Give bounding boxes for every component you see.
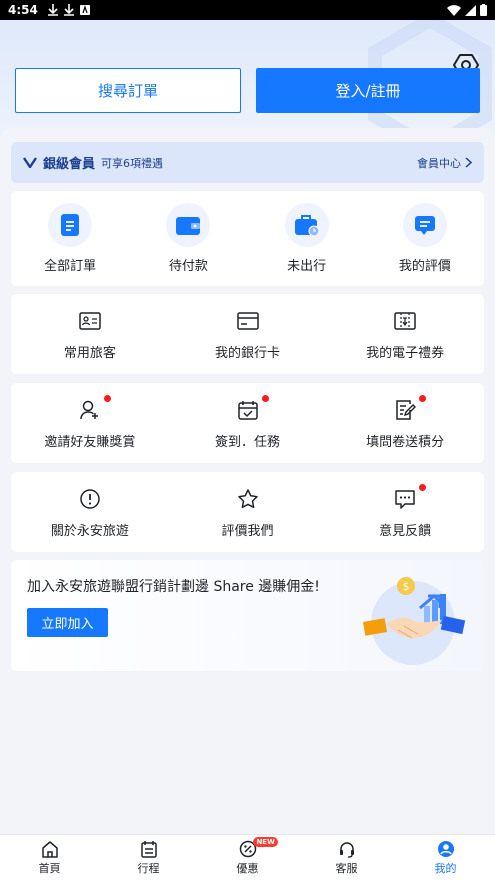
tab-offers-label: 優惠 (236, 861, 259, 875)
home-icon (41, 840, 58, 858)
member-level: 銀級會員 (43, 157, 96, 172)
bank-card-icon (235, 308, 261, 334)
tab-profile[interactable]: 我的 (396, 835, 495, 880)
rate-us-item[interactable]: 評價我們 (169, 486, 327, 539)
invite-friends-label: 邀請好友賺獎賞 (44, 434, 136, 450)
invite-friends-item[interactable]: 邀請好友賺獎賞 (11, 394, 169, 450)
my-e-vouchers-item[interactable]: 我的電子禮券 (326, 308, 484, 361)
notification-dot (419, 483, 427, 491)
suitcase-icon (284, 203, 329, 247)
member-center-label: 會員中心 (417, 156, 461, 170)
tab-itinerary[interactable]: 行程 (99, 835, 198, 880)
tab-home-label: 首頁 (38, 861, 61, 875)
tab-home[interactable]: 首頁 (0, 835, 99, 880)
tab-profile-label: 我的 (434, 861, 457, 875)
feedback-item[interactable]: 意見反饋 (326, 483, 484, 539)
activities-card: 邀請好友賺獎賞 簽到．任務 填問卷送積分 (11, 383, 484, 463)
about-label: 關於永安旅遊 (50, 523, 129, 539)
notification-dot (103, 394, 111, 402)
chat-icon (402, 203, 447, 247)
check-in-tasks-label: 簽到．任務 (215, 434, 281, 450)
tab-customer-service-label: 客服 (335, 861, 358, 875)
survey-points-label: 填問卷送積分 (366, 434, 445, 450)
headset-icon (339, 841, 354, 858)
svg-text:$: $ (403, 580, 410, 593)
app-notification-icon (79, 5, 90, 15)
survey-icon (392, 394, 427, 423)
gift-voucher-icon (392, 308, 418, 334)
notification-dot (419, 394, 427, 402)
frequent-travelers-item[interactable]: 常用旅客 (11, 308, 169, 361)
id-card-icon (77, 308, 103, 334)
feedback-icon (392, 483, 427, 512)
handshake-illustration-icon: $ (362, 577, 466, 665)
download-icon (47, 4, 58, 16)
my-e-vouchers-label: 我的電子禮券 (366, 345, 445, 361)
wallet-icon (166, 203, 211, 247)
pending-payment-label: 待付款 (168, 259, 208, 274)
battery-icon (480, 4, 487, 16)
login-register-button[interactable]: 登入/註冊 (256, 68, 480, 113)
upcoming-trips-label: 未出行 (287, 259, 327, 274)
tab-itinerary-label: 行程 (137, 861, 160, 875)
bottom-tab-bar: 首頁 行程 NEW 優惠 客服 我的 (0, 834, 495, 880)
tab-customer-service[interactable]: 客服 (297, 835, 396, 880)
document-icon (48, 203, 93, 247)
member-bar[interactable]: 銀級會員 可享6項禮遇 會員中心 (11, 142, 484, 183)
notification-dot (261, 394, 269, 402)
star-icon (235, 486, 261, 512)
upcoming-trips-item[interactable]: 未出行 (248, 203, 366, 274)
all-orders-label: 全部訂單 (44, 259, 97, 274)
new-badge: NEW (253, 837, 278, 847)
pending-payment-item[interactable]: 待付款 (129, 203, 247, 274)
member-center-link[interactable]: 會員中心 (417, 155, 472, 171)
orders-card: 全部訂單 待付款 未出行 我的評價 (11, 191, 484, 286)
search-orders-button[interactable]: 搜尋訂單 (15, 68, 241, 113)
itinerary-icon (140, 840, 157, 858)
my-bank-cards-label: 我的銀行卡 (215, 345, 281, 361)
join-now-button[interactable]: 立即加入 (27, 608, 108, 637)
status-time: 4:54 (8, 3, 38, 17)
tab-offers[interactable]: NEW 優惠 (198, 835, 297, 880)
about-card: 關於永安旅遊 評價我們 意見反饋 (11, 472, 484, 552)
affiliate-banner[interactable]: 加入永安旅遊聯盟行銷計劃邊 Share 邊賺佣金! 立即加入 $ (11, 560, 484, 671)
rate-us-label: 評價我們 (221, 523, 274, 539)
my-reviews-item[interactable]: 我的評價 (366, 203, 484, 274)
feedback-label: 意見反饋 (379, 523, 432, 539)
banner-title: 加入永安旅遊聯盟行銷計劃邊 Share 邊賺佣金! (27, 579, 320, 595)
info-icon (77, 486, 103, 512)
signal-icon (465, 4, 476, 16)
services-card: 常用旅客 我的銀行卡 我的電子禮券 (11, 294, 484, 374)
about-item[interactable]: 關於永安旅遊 (11, 486, 169, 539)
download-icon (63, 4, 74, 16)
survey-points-item[interactable]: 填問卷送積分 (326, 394, 484, 450)
member-benefits: 可享6項禮遇 (101, 156, 164, 170)
check-in-tasks-item[interactable]: 簽到．任務 (169, 394, 327, 450)
member-level-icon (23, 157, 37, 168)
my-bank-cards-item[interactable]: 我的銀行卡 (169, 308, 327, 361)
all-orders-item[interactable]: 全部訂單 (11, 203, 129, 274)
chevron-right-icon (465, 157, 472, 168)
frequent-travelers-label: 常用旅客 (63, 345, 116, 361)
status-bar: 4:54 (0, 0, 495, 20)
add-user-icon (77, 394, 111, 423)
profile-icon (437, 840, 454, 857)
my-reviews-label: 我的評價 (398, 259, 451, 274)
wifi-icon (447, 4, 461, 16)
calendar-check-icon (235, 394, 269, 423)
